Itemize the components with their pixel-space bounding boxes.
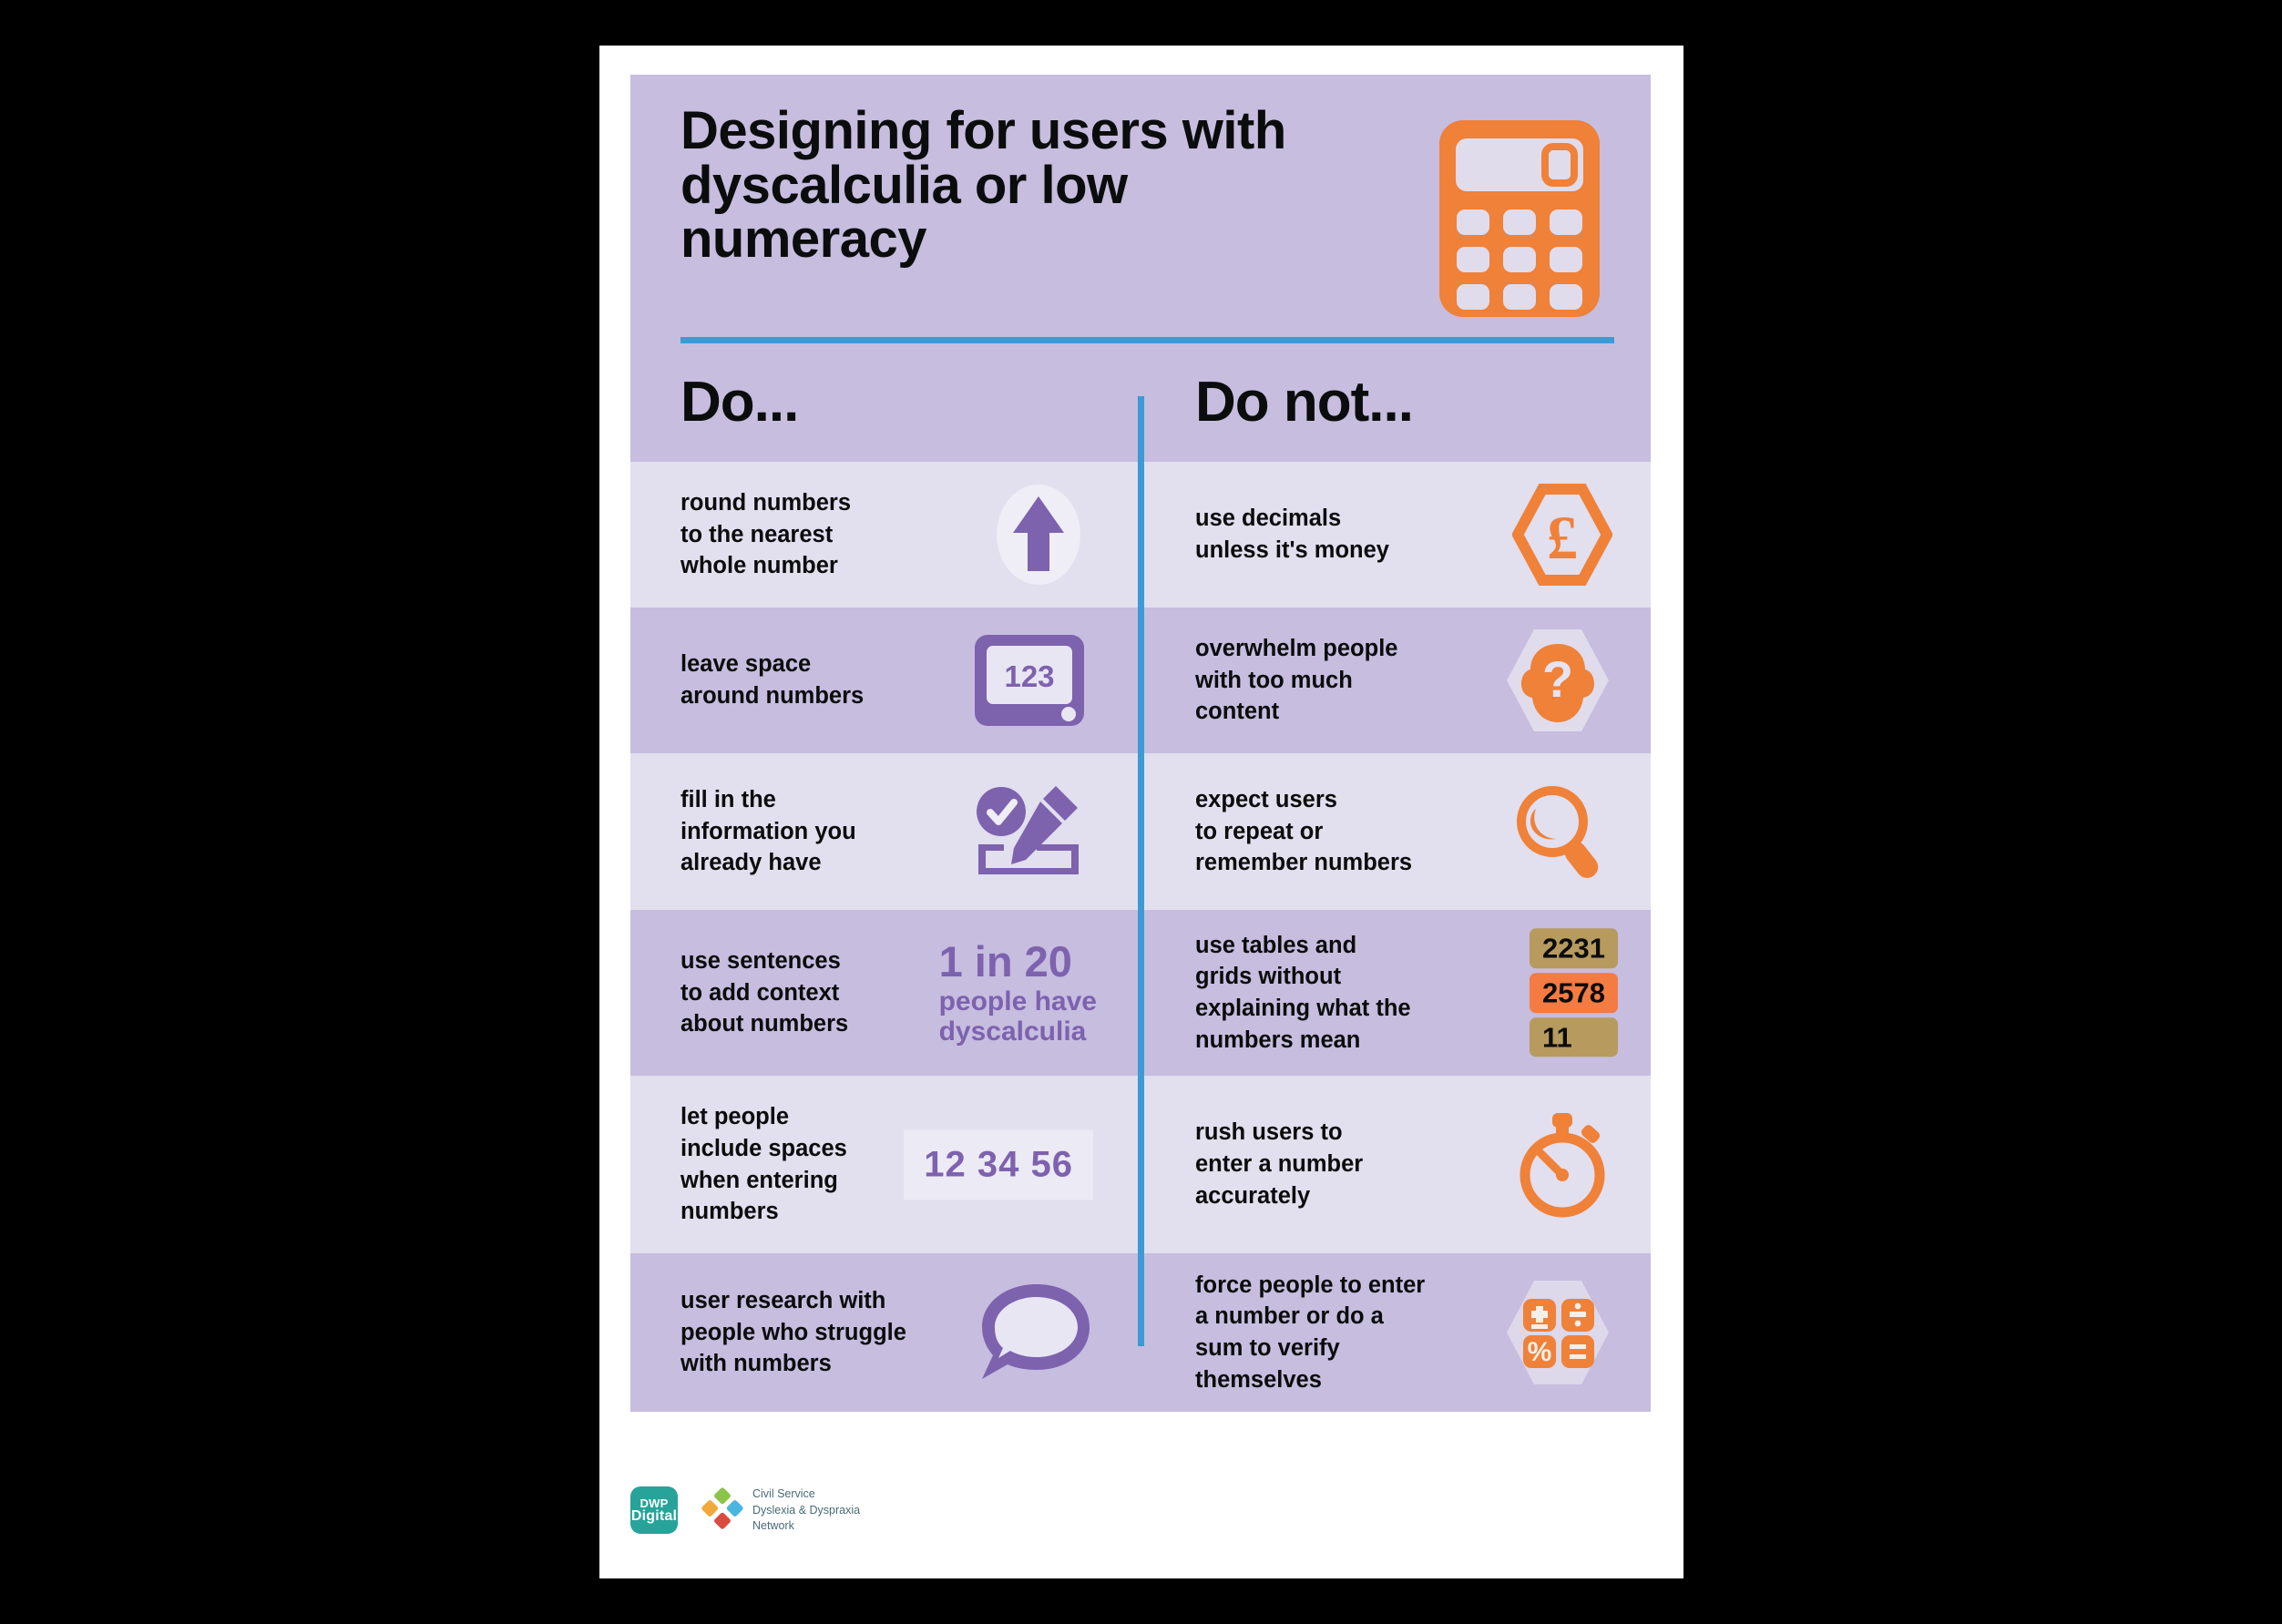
- magnifying-glass-icon: [1510, 781, 1612, 882]
- page-title: Designing for users with dyscalculia or …: [681, 101, 1286, 270]
- number-tile: 11: [1530, 1016, 1618, 1057]
- math-symbols-hexagon-icon: %: [1503, 1277, 1612, 1388]
- table-row: round numbers to the nearest whole numbe…: [630, 462, 1651, 608]
- do-cell: use sentences to add context about numbe…: [630, 910, 1141, 1076]
- do-text: round numbers to the nearest whole numbe…: [681, 489, 852, 579]
- svg-text:%: %: [1528, 1337, 1552, 1367]
- do-not-text: overwhelm people with too much content: [1195, 635, 1398, 725]
- table-row: leave space around numbers 123 overwhelm…: [630, 608, 1651, 753]
- do-not-cell: rush users to enter a number accurately: [1141, 1076, 1651, 1253]
- tablet-screen-value: 123: [1004, 659, 1054, 693]
- do-column-heading: Do...: [681, 371, 799, 434]
- number-tile: 2231: [1530, 928, 1618, 969]
- poster-page: Designing for users with dyscalculia or …: [599, 46, 1683, 1578]
- do-not-text: use decimals unless it's money: [1195, 506, 1389, 563]
- do-not-cell: use decimals unless it's money £: [1141, 462, 1651, 608]
- do-cell: user research with people who struggle w…: [630, 1253, 1141, 1412]
- do-cell: let people include spaces when entering …: [630, 1076, 1141, 1253]
- poster-body: Designing for users with dyscalculia or …: [630, 75, 1651, 1505]
- columns-heading-bar: Do... Do not...: [630, 343, 1651, 462]
- spaced-number-example: 12 34 56: [904, 1129, 1093, 1200]
- table-row: use sentences to add context about numbe…: [630, 910, 1651, 1076]
- svg-text:?: ?: [1542, 650, 1573, 708]
- dwp-logo-line-1: DWP: [640, 1496, 669, 1510]
- do-cell: fill in the information you already have: [630, 753, 1141, 910]
- table-row: fill in the information you already have: [630, 753, 1651, 910]
- statistic-line-1: people have: [938, 986, 1097, 1016]
- do-text: let people include spaces when entering …: [681, 1104, 847, 1225]
- do-text: leave space around numbers: [681, 651, 865, 709]
- table-row: let people include spaces when entering …: [630, 1076, 1651, 1253]
- do-not-column-heading: Do not...: [1195, 371, 1414, 434]
- poster-header: Designing for users with dyscalculia or …: [630, 75, 1651, 337]
- up-arrow-icon: [991, 480, 1086, 589]
- guidance-rows: round numbers to the nearest whole numbe…: [630, 462, 1651, 1505]
- question-head-hexagon-icon: ?: [1503, 626, 1612, 735]
- do-not-text: force people to enter a number or do a s…: [1195, 1272, 1426, 1393]
- civil-service-network-name: Civil Service Dyslexia & Dyspraxia Netwo…: [752, 1486, 861, 1533]
- check-pencil-form-icon: [971, 781, 1086, 883]
- do-not-text: expect users to repeat or remember numbe…: [1195, 786, 1413, 876]
- statistic-line-2: dyscalculia: [938, 1016, 1087, 1047]
- do-not-cell: overwhelm people with too much content ?: [1141, 608, 1651, 753]
- do-not-text: use tables and grids without explaining …: [1195, 932, 1411, 1053]
- stopwatch-icon: [1512, 1111, 1612, 1219]
- do-not-cell: force people to enter a number or do a s…: [1141, 1253, 1651, 1412]
- do-not-text: rush users to enter a number accurately: [1195, 1119, 1364, 1209]
- do-not-cell: expect users to repeat or remember numbe…: [1141, 753, 1651, 910]
- statistic-headline: 1 in 20: [938, 937, 1072, 986]
- do-not-cell: use tables and grids without explaining …: [1141, 910, 1651, 1076]
- screenshot-canvas: Designing for users with dyscalculia or …: [0, 0, 2282, 1624]
- calculator-icon: [1438, 118, 1601, 319]
- table-row: user research with people who struggle w…: [630, 1253, 1651, 1412]
- footer-logos: DWP Digital Civil Service Dyslexia & Dys…: [630, 1486, 860, 1535]
- do-cell: round numbers to the nearest whole numbe…: [630, 462, 1141, 608]
- do-text: fill in the information you already have: [681, 786, 856, 876]
- do-text: user research with people who struggle w…: [681, 1287, 906, 1377]
- do-cell: leave space around numbers 123: [630, 608, 1141, 753]
- dyscalculia-statistic: 1 in 20 people have dyscalculia: [938, 937, 1097, 1047]
- dwp-digital-logo: DWP Digital: [630, 1486, 678, 1535]
- pound-hexagon-icon: £: [1512, 484, 1612, 586]
- svg-text:£: £: [1547, 503, 1578, 572]
- header-rule-band: [630, 337, 1651, 343]
- header-divider-rule: [681, 337, 1614, 343]
- diamond-mark-icon: [701, 1487, 743, 1534]
- number-tile: 2578: [1530, 973, 1618, 1013]
- number-tiles-group: 2231 2578 11: [1530, 928, 1618, 1057]
- do-not-column-heading-cell: Do not...: [1141, 343, 1651, 462]
- do-text: use sentences to add context about numbe…: [681, 947, 849, 1037]
- tablet-123-icon: 123: [973, 633, 1086, 728]
- civil-service-network-logo: Civil Service Dyslexia & Dyspraxia Netwo…: [701, 1486, 860, 1535]
- spaced-number-value: 12 34 56: [924, 1144, 1073, 1184]
- dwp-logo-line-2: Digital: [630, 1507, 678, 1524]
- do-column-heading-cell: Do...: [630, 343, 1141, 462]
- speech-bubble-icon: [975, 1277, 1093, 1388]
